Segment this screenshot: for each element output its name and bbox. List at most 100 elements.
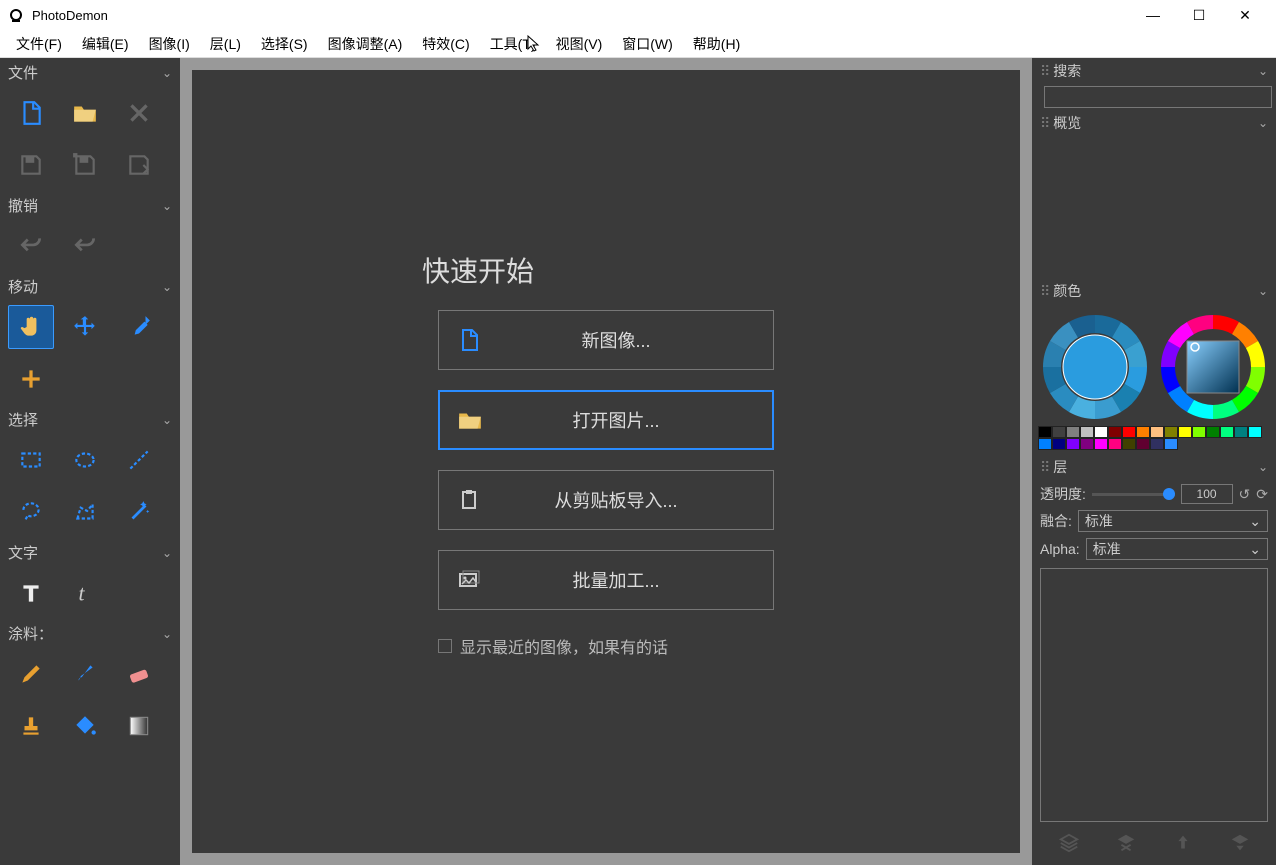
rect-select-tool[interactable] (8, 438, 54, 482)
line-select-tool[interactable] (116, 438, 162, 482)
toolbox-text-header[interactable]: 文字⌄ (0, 538, 180, 567)
redo-button[interactable] (62, 224, 108, 268)
gradient-tool[interactable] (116, 704, 162, 748)
polygon-select-tool[interactable] (62, 490, 108, 534)
preview-panel-body (1032, 136, 1276, 278)
chevron-down-icon: ⌄ (1258, 64, 1268, 78)
menu-layer[interactable]: 层(L) (200, 32, 251, 56)
canvas-area: 快速开始 新图像... 打开图片... 从剪贴板导入... 批量加工... 显示… (180, 58, 1032, 865)
blend-combo[interactable]: 标准⌄ (1078, 510, 1268, 532)
chevron-down-icon: ⌄ (1258, 116, 1268, 130)
text-tool[interactable] (8, 571, 54, 615)
open-file-button[interactable] (62, 91, 108, 135)
titlebar: PhotoDemon — ☐ ✕ (0, 0, 1276, 30)
eyedropper-tool[interactable] (116, 305, 162, 349)
menu-help[interactable]: 帮助(H) (683, 32, 750, 56)
move-tool[interactable] (62, 305, 108, 349)
toolbox-paint-header[interactable]: 涂料：⌄ (0, 619, 180, 648)
eraser-tool[interactable] (116, 652, 162, 696)
opacity-input[interactable] (1181, 484, 1233, 504)
color-panel-header[interactable]: ⠿颜色 ⌄ (1032, 278, 1276, 304)
checkbox-icon (438, 639, 452, 653)
quickstart-title: 快速开始 (422, 250, 534, 290)
toolbox: 文件⌄ 撤销⌄ 移动⌄ 选择⌄ (0, 58, 180, 865)
brush-tool[interactable] (62, 652, 108, 696)
cycle-icon[interactable]: ⟳ (1256, 486, 1268, 503)
toolbox-select-header[interactable]: 选择⌄ (0, 405, 180, 434)
app-title: PhotoDemon (32, 8, 108, 23)
stamp-tool[interactable] (8, 704, 54, 748)
layer-panel-header[interactable]: ⠿层 ⌄ (1032, 454, 1276, 480)
search-panel-header[interactable]: ⠿搜索 ⌄ (1032, 58, 1276, 84)
clipboard-icon (439, 488, 499, 512)
reset-icon[interactable]: ↺ (1239, 486, 1251, 503)
color-swatches[interactable] (1032, 426, 1276, 454)
chevron-down-icon: ⌄ (162, 413, 172, 427)
menu-select[interactable]: 选择(S) (251, 32, 318, 56)
svg-text:t: t (79, 582, 86, 606)
chevron-down-icon: ⌄ (162, 280, 172, 294)
text-italic-tool[interactable]: t (62, 571, 108, 615)
pencil-tool[interactable] (8, 652, 54, 696)
chevron-down-icon: ⌄ (162, 66, 172, 80)
layers-list[interactable] (1040, 568, 1268, 822)
quickstart-batch[interactable]: 批量加工... (438, 550, 774, 610)
menu-image[interactable]: 图像(I) (139, 32, 200, 56)
quickstart-from-clipboard[interactable]: 从剪贴板导入... (438, 470, 774, 530)
menu-adjust[interactable]: 图像调整(A) (318, 32, 413, 56)
layer-down-icon[interactable] (1229, 832, 1251, 857)
magic-wand-tool[interactable] (116, 490, 162, 534)
delete-layer-icon[interactable] (1115, 832, 1137, 857)
blend-label: 融合: (1040, 511, 1072, 531)
save-as-button[interactable] (116, 143, 162, 187)
menu-tools[interactable]: 工具(T) (480, 32, 546, 56)
quickstart-new-image[interactable]: 新图像... (438, 310, 774, 370)
toolbox-file-header[interactable]: 文件⌄ (0, 58, 180, 87)
menu-window[interactable]: 窗口(W) (612, 32, 683, 56)
chevron-down-icon: ⌄ (162, 546, 172, 560)
chevron-down-icon: ⌄ (1258, 284, 1268, 298)
chevron-down-icon: ⌄ (162, 627, 172, 641)
app-icon (8, 7, 24, 23)
color-wheel-left[interactable] (1040, 312, 1150, 422)
chevron-down-icon: ⌄ (1249, 513, 1261, 530)
maximize-button[interactable]: ☐ (1176, 7, 1222, 24)
toolbox-move-header[interactable]: 移动⌄ (0, 272, 180, 301)
lasso-tool[interactable] (8, 490, 54, 534)
quickstart-show-recent-checkbox[interactable]: 显示最近的图像，如果有的话 (438, 634, 774, 658)
add-layer-icon[interactable] (1058, 832, 1080, 857)
new-file-button[interactable] (8, 91, 54, 135)
chevron-down-icon: ⌄ (162, 199, 172, 213)
alpha-combo[interactable]: 标准⌄ (1086, 538, 1268, 560)
search-input[interactable] (1044, 86, 1272, 108)
opacity-label: 透明度: (1040, 484, 1086, 504)
preview-panel-header[interactable]: ⠿概览 ⌄ (1032, 110, 1276, 136)
fill-tool[interactable] (62, 704, 108, 748)
right-panel: ⠿搜索 ⌄ ⠿概览 ⌄ ⠿颜色 ⌄ (1032, 58, 1276, 865)
images-icon (439, 568, 499, 592)
menu-edit[interactable]: 编辑(E) (72, 32, 139, 56)
menu-effects[interactable]: 特效(C) (412, 32, 479, 56)
quickstart-open-image[interactable]: 打开图片... (438, 390, 774, 450)
menu-file[interactable]: 文件(F) (6, 32, 72, 56)
minimize-button[interactable]: — (1130, 7, 1176, 23)
color-wheel-right[interactable] (1158, 312, 1268, 422)
folder-icon (440, 407, 500, 433)
layer-up-icon[interactable] (1172, 832, 1194, 857)
close-file-button[interactable] (116, 91, 162, 135)
toolbox-undo-header[interactable]: 撤销⌄ (0, 191, 180, 220)
hand-tool[interactable] (8, 305, 54, 349)
close-button[interactable]: ✕ (1222, 7, 1268, 24)
crop-tool[interactable] (8, 357, 54, 401)
menubar: 文件(F) 编辑(E) 图像(I) 层(L) 选择(S) 图像调整(A) 特效(… (0, 30, 1276, 58)
save-copy-button[interactable] (62, 143, 108, 187)
opacity-slider[interactable] (1092, 493, 1175, 496)
menu-view[interactable]: 视图(V) (546, 32, 613, 56)
ellipse-select-tool[interactable] (62, 438, 108, 482)
alpha-label: Alpha: (1040, 541, 1080, 557)
save-button[interactable] (8, 143, 54, 187)
undo-button[interactable] (8, 224, 54, 268)
chevron-down-icon: ⌄ (1258, 460, 1268, 474)
chevron-down-icon: ⌄ (1249, 541, 1261, 558)
file-icon (439, 328, 499, 352)
